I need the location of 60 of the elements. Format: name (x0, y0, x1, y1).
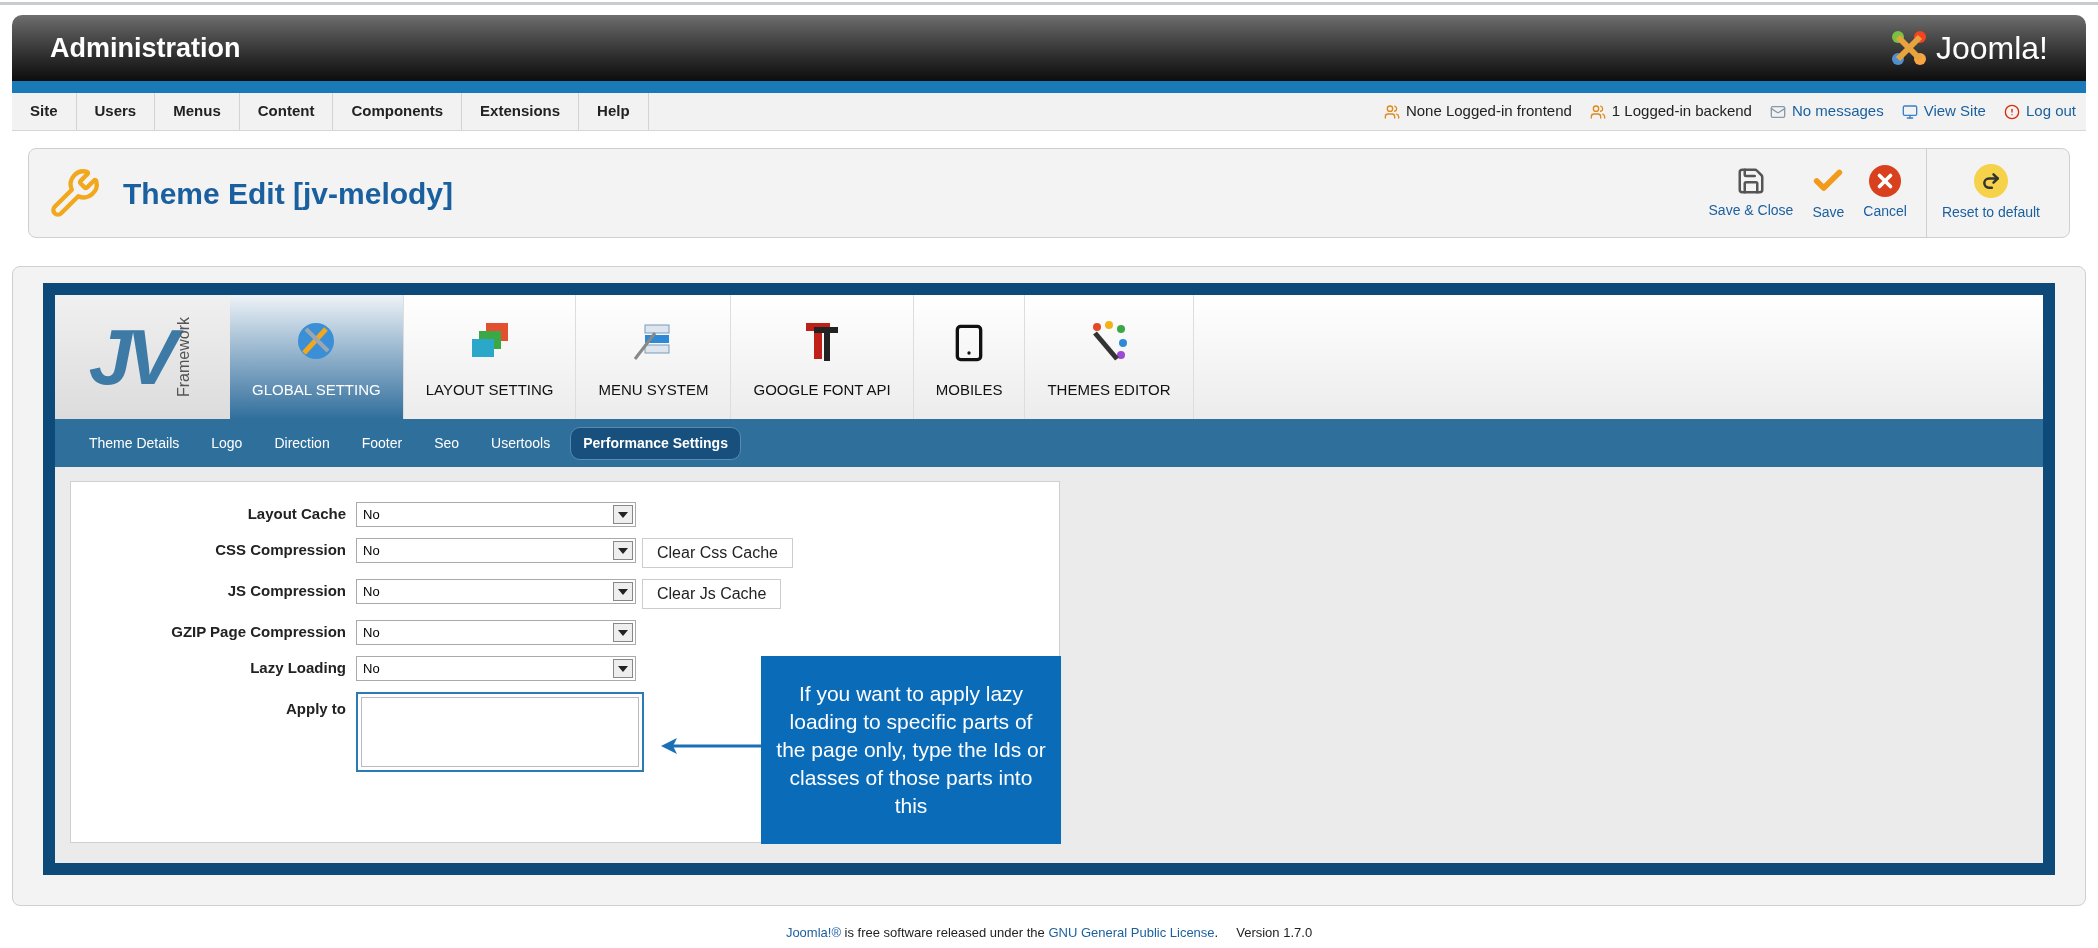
theme-tab[interactable]: GOOGLE FONT API (731, 295, 914, 419)
select-field[interactable]: No (356, 620, 636, 645)
version-text: Version 1.7.0 (1236, 924, 1313, 942)
menu-item[interactable]: Content (239, 93, 334, 130)
clear-cache-button[interactable]: Clear Js Cache (642, 579, 782, 609)
field-label: CSS Compression (214, 540, 347, 560)
users-icon (1383, 103, 1400, 120)
monitor-icon (1901, 103, 1918, 120)
alert-icon (2003, 103, 2020, 120)
theme-tab[interactable]: GLOBAL SETTING (230, 295, 404, 419)
toolbar-button[interactable]: Reset to default (1932, 158, 2049, 228)
select-field[interactable]: No (356, 579, 636, 604)
status-text: 1 Logged-in backend (1611, 101, 1752, 122)
joomla-link[interactable]: Joomla!® (785, 925, 841, 940)
subtab[interactable]: Footer (349, 427, 415, 459)
menu-item[interactable]: Users (76, 93, 156, 130)
license-link[interactable]: GNU General Public License (1048, 925, 1215, 940)
select-field[interactable]: No (356, 502, 636, 527)
status-text: None Logged-in frontend (1405, 101, 1572, 122)
status-link[interactable]: Log out (2025, 100, 2076, 123)
menu-item[interactable]: Extensions (462, 93, 580, 130)
field-label: JS Compression (226, 581, 347, 601)
wrench-icon (49, 167, 101, 219)
field-label: Apply to (285, 699, 347, 719)
toolbar-button[interactable]: Cancel (1854, 158, 1916, 228)
subtab[interactable]: Theme Details (77, 427, 192, 459)
field-label: Layout Cache (246, 504, 347, 524)
header-title: Administration (50, 31, 241, 65)
menu-item[interactable]: Site (12, 93, 77, 130)
menu-item[interactable]: Components (333, 93, 463, 130)
framework-logo: JV Framework (55, 295, 230, 419)
menu-item[interactable]: Help (579, 93, 649, 130)
users-icon (1589, 103, 1606, 120)
status-link[interactable]: View Site (1923, 100, 1986, 123)
joomla-logo-icon (1889, 29, 1928, 67)
theme-tab[interactable]: THEMES EDITOR (1025, 295, 1194, 419)
subtab[interactable]: Seo (422, 427, 472, 459)
subtab[interactable]: Logo (199, 427, 255, 459)
toolbar-button[interactable]: Save (1802, 158, 1855, 228)
toolbar-button[interactable]: Save & Close (1699, 158, 1803, 228)
field-label: GZIP Page Compression (170, 622, 347, 642)
theme-tab[interactable]: LAYOUT SETTING (403, 295, 577, 419)
theme-tab[interactable]: MENU SYSTEM (576, 295, 732, 419)
joomla-logo-text: Joomla! (1935, 29, 2048, 68)
field-label: Lazy Loading (249, 658, 347, 678)
footer-text: Joomla!® is free software released under the GNU General Public License. (785, 924, 1219, 942)
page-title: Theme Edit [jv-melody] (123, 175, 454, 212)
theme-tab[interactable]: MOBILES (913, 295, 1026, 419)
apply-to-field[interactable] (356, 692, 644, 772)
subtab[interactable]: Performance Settings (570, 426, 741, 460)
subtab[interactable]: Direction (262, 427, 342, 459)
select-field[interactable]: No (356, 656, 636, 681)
menu-item[interactable]: Menus (155, 93, 240, 130)
clear-cache-button[interactable]: Clear Css Cache (642, 538, 793, 568)
cancel-icon (1869, 164, 1902, 197)
select-field[interactable]: No (356, 538, 636, 563)
status-link[interactable]: No messages (1791, 100, 1884, 123)
mail-icon (1769, 103, 1786, 120)
callout-note: If you want to apply lazy loading to specific parts of the page only, type the Ids or classes of those parts into this (761, 656, 1061, 844)
subtab[interactable]: Usertools (479, 427, 563, 459)
